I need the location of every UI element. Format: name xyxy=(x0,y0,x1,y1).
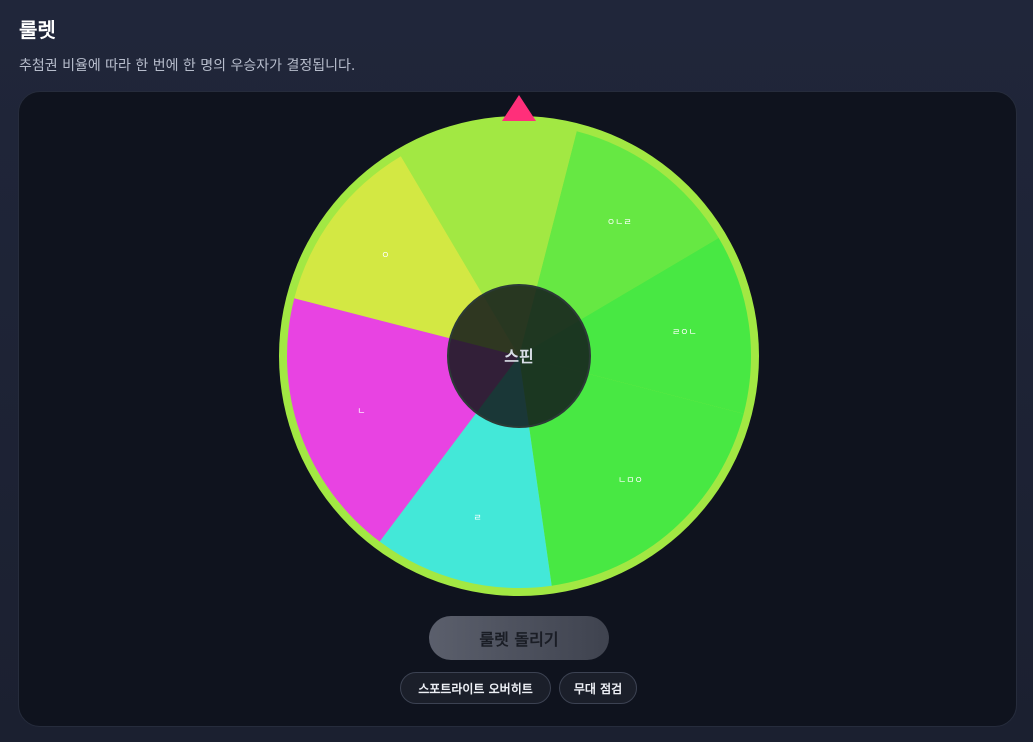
page-title: 룰렛 xyxy=(19,18,56,42)
roulette-page: 룰렛 추첨권 비율에 따라 한 번에 한 명의 우승자가 결정됩니다. ㅇㄴㄹㄹ… xyxy=(0,0,1033,742)
spin-button[interactable]: 룰렛 돌리기 xyxy=(429,616,609,660)
wheel-segment-label: ㄹ xyxy=(473,513,481,523)
spin-hub-label: 스핀 xyxy=(504,347,533,366)
wheel-segment-label: ㅇㄴㄹ xyxy=(607,218,632,228)
wheel-segment-label: ㄴ xyxy=(357,407,365,417)
wheel-segment-label: ㄹㅇㄴ xyxy=(672,328,697,338)
preset-spotlight-overheat-button[interactable]: 스포트라이트 오버히트 xyxy=(400,672,551,704)
wheel-segment-label: ㅇ xyxy=(381,251,389,261)
wheel-segment-label: ㄴㅁㅇ xyxy=(618,476,643,486)
preset-chips: 스포트라이트 오버히트 무대 점검 xyxy=(0,672,1033,704)
page-subtitle: 추첨권 비율에 따라 한 번에 한 명의 우승자가 결정됩니다. xyxy=(19,58,356,74)
preset-stage-check-button[interactable]: 무대 점검 xyxy=(559,672,637,704)
